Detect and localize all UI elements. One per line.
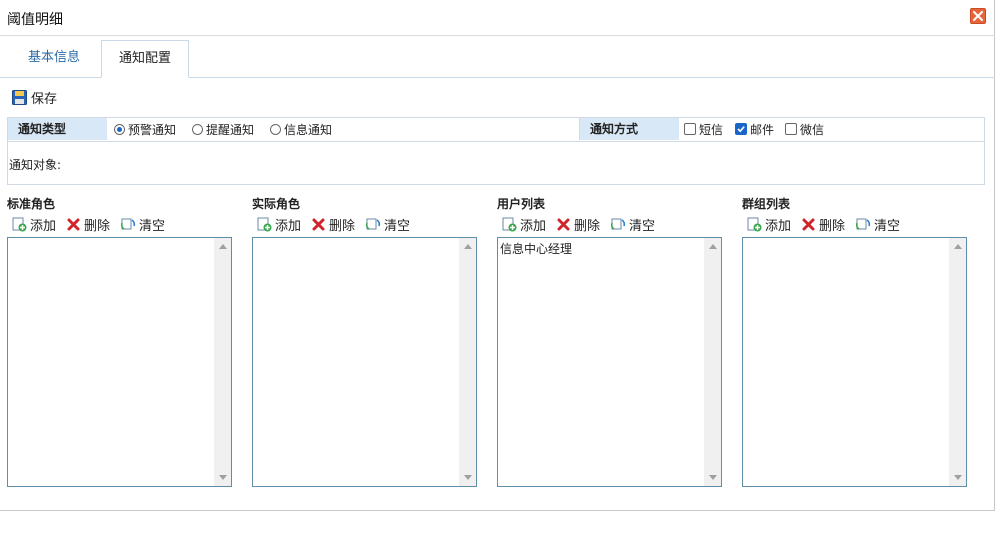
clear-button[interactable]: 清空	[365, 215, 411, 234]
add-icon	[502, 217, 517, 231]
radio-warning-indicator[interactable]	[114, 123, 125, 135]
add-label: 添加	[520, 218, 547, 234]
checkbox-email[interactable]: 邮件	[735, 121, 774, 137]
add-label: 添加	[275, 218, 302, 234]
listbox-actual-role[interactable]	[252, 237, 477, 487]
delete-label: 删除	[819, 218, 846, 234]
add-icon	[747, 217, 762, 231]
radio-remind-notify[interactable]: 提醒通知	[192, 121, 254, 137]
scroll-down-icon[interactable]	[954, 475, 962, 480]
delete-label: 删除	[574, 218, 601, 234]
save-icon	[12, 89, 27, 105]
tab-basic-info[interactable]: 基本信息	[8, 40, 100, 77]
scrollbar[interactable]	[704, 238, 721, 486]
listbox-group-list[interactable]	[742, 237, 967, 487]
scroll-up-icon[interactable]	[219, 244, 227, 249]
scroll-up-icon[interactable]	[709, 244, 717, 249]
panel-title: 标准角色	[7, 197, 56, 211]
checkbox-email-box[interactable]	[735, 123, 747, 135]
radio-warning-label: 预警通知	[128, 122, 177, 137]
clear-button[interactable]: 清空	[855, 215, 901, 234]
add-button[interactable]: 添加	[12, 215, 57, 234]
delete-button[interactable]: 删除	[801, 215, 846, 234]
scroll-down-icon[interactable]	[709, 475, 717, 480]
panel-toolbar: 添加 删除 清空	[502, 215, 656, 234]
save-label: 保存	[31, 91, 58, 107]
checkbox-wechat-label: 微信	[800, 122, 825, 137]
delete-label: 删除	[84, 218, 111, 234]
notify-form: 通知类型 预警通知 提醒通知 信息通知 通知方式 短信 邮件 微信 通知对象:	[7, 117, 985, 185]
notify-type-label: 通知类型	[8, 118, 107, 140]
checkbox-wechat-box[interactable]	[785, 123, 797, 135]
form-row-type: 通知类型 预警通知 提醒通知 信息通知 通知方式 短信 邮件 微信	[8, 118, 984, 142]
add-label: 添加	[30, 218, 57, 234]
delete-button[interactable]: 删除	[556, 215, 601, 234]
checkbox-wechat[interactable]: 微信	[785, 121, 824, 137]
checkbox-sms-label: 短信	[699, 122, 724, 137]
clear-label: 清空	[874, 218, 901, 234]
scroll-down-icon[interactable]	[464, 475, 472, 480]
scrollbar[interactable]	[214, 238, 231, 486]
clear-label: 清空	[384, 218, 411, 234]
add-button[interactable]: 添加	[747, 215, 792, 234]
scroll-up-icon[interactable]	[464, 244, 472, 249]
refresh-icon	[610, 218, 626, 230]
clear-button[interactable]: 清空	[120, 215, 166, 234]
radio-remind-label: 提醒通知	[206, 122, 255, 137]
checkbox-sms-box[interactable]	[684, 123, 696, 135]
refresh-icon	[855, 218, 871, 230]
delete-label: 删除	[329, 218, 356, 234]
panel-title: 实际角色	[252, 197, 301, 211]
panel-title: 群组列表	[742, 197, 791, 211]
dialog-window: 阈值明细 基本信息 通知配置 保存 通知类型 预警通知 提醒通知 信息通知 通知…	[0, 0, 995, 511]
listbox-user-list[interactable]: 信息中心经理	[497, 237, 722, 487]
checkbox-email-label: 邮件	[750, 122, 775, 137]
refresh-icon	[365, 218, 381, 230]
radio-info-label: 信息通知	[284, 122, 333, 137]
delete-button[interactable]: 删除	[66, 215, 111, 234]
scrollbar[interactable]	[459, 238, 476, 486]
notify-method-label: 通知方式	[579, 118, 679, 140]
radio-info-indicator[interactable]	[270, 123, 281, 135]
dialog-title: 阈值明细	[7, 12, 63, 28]
panel-title: 用户列表	[497, 197, 546, 211]
tab-bar: 基本信息 通知配置	[0, 40, 995, 78]
tab-notify-config[interactable]: 通知配置	[101, 40, 189, 78]
delete-icon	[802, 218, 815, 230]
radio-info-notify[interactable]: 信息通知	[270, 121, 332, 137]
radio-warning-notify[interactable]: 预警通知	[114, 121, 176, 137]
scroll-down-icon[interactable]	[219, 475, 227, 480]
delete-icon	[557, 218, 570, 230]
list-item[interactable]: 信息中心经理	[500, 240, 572, 257]
clear-button[interactable]: 清空	[610, 215, 656, 234]
close-button[interactable]	[970, 8, 986, 24]
add-button[interactable]: 添加	[502, 215, 547, 234]
clear-label: 清空	[629, 218, 656, 234]
clear-label: 清空	[139, 218, 166, 234]
listbox-standard-role[interactable]	[7, 237, 232, 487]
delete-icon	[67, 218, 80, 230]
panel-toolbar: 添加 删除 清空	[747, 215, 901, 234]
add-label: 添加	[765, 218, 792, 234]
notify-target-label: 通知对象:	[9, 158, 62, 172]
radio-remind-indicator[interactable]	[192, 123, 203, 135]
close-icon	[973, 11, 983, 21]
add-icon	[12, 217, 27, 231]
delete-icon	[312, 218, 325, 230]
checkbox-sms[interactable]: 短信	[684, 121, 723, 137]
delete-button[interactable]: 删除	[311, 215, 356, 234]
scroll-up-icon[interactable]	[954, 244, 962, 249]
refresh-icon	[120, 218, 136, 230]
save-button[interactable]: 保存	[12, 89, 58, 107]
panel-toolbar: 添加 删除 清空	[257, 215, 411, 234]
check-icon	[737, 126, 745, 133]
add-button[interactable]: 添加	[257, 215, 302, 234]
scrollbar[interactable]	[949, 238, 966, 486]
panel-toolbar: 添加 删除 清空	[12, 215, 166, 234]
add-icon	[257, 217, 272, 231]
titlebar: 阈值明细	[0, 0, 995, 36]
